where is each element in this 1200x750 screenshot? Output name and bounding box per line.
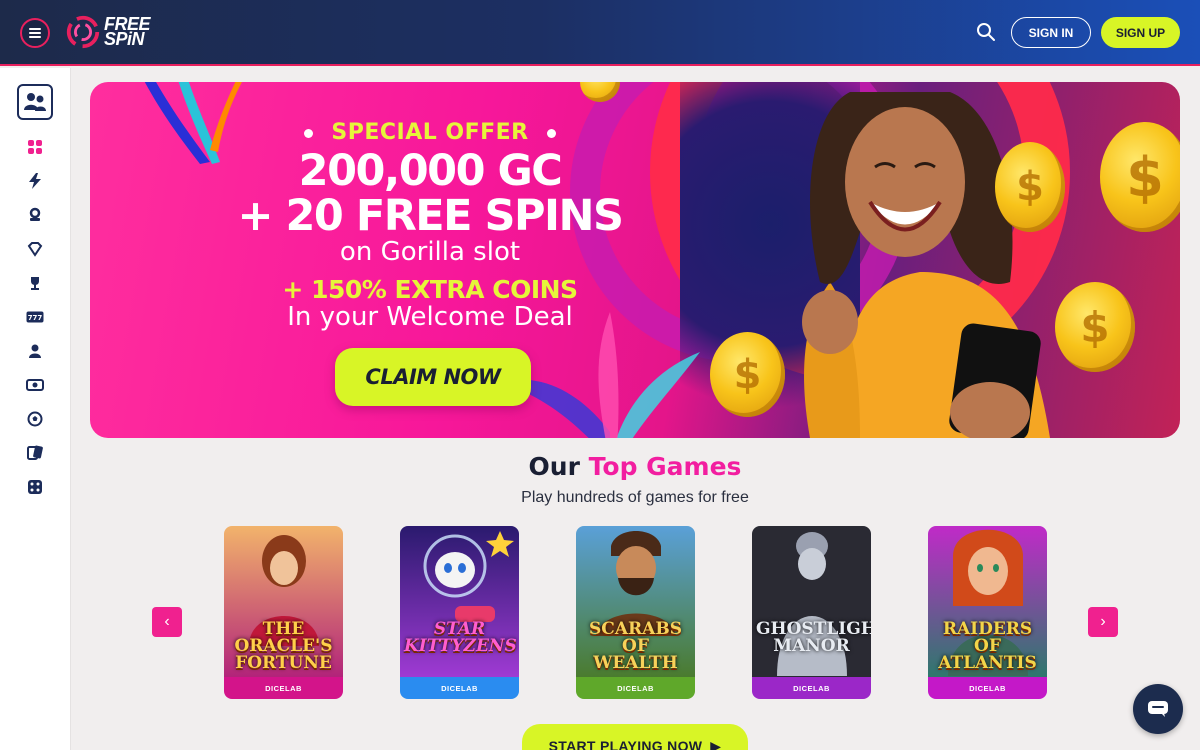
gold-coin-image: $ xyxy=(1100,122,1180,232)
game-title: GHOSTLIGHT MANOR xyxy=(756,619,871,656)
game-card[interactable]: STAR KITTYZENS DICELAB xyxy=(400,526,519,699)
offer-spins: + 20 FREE SPINS xyxy=(237,191,624,241)
game-card[interactable]: GHOSTLIGHT MANOR DICELAB xyxy=(752,526,871,699)
game-provider: DICELAB xyxy=(224,677,343,699)
game-thumbnail xyxy=(752,526,871,681)
offer-coins: 200,000 GC xyxy=(298,146,563,196)
top-games-subtitle: Play hundreds of games for free xyxy=(521,489,749,506)
logo[interactable]: FREE SPiN xyxy=(64,12,151,52)
offer-slot: on Gorilla slot xyxy=(339,237,521,267)
game-provider: DICELAB xyxy=(400,677,519,699)
chat-button[interactable] xyxy=(1133,684,1183,734)
logo-text: FREE SPiN xyxy=(104,15,151,49)
game-provider: DICELAB xyxy=(928,677,1047,699)
777-icon: 777 xyxy=(26,311,44,323)
gold-coin-image: $ xyxy=(995,142,1065,232)
sidebar-item-social[interactable] xyxy=(17,84,53,120)
hamburger-icon xyxy=(29,28,41,38)
person-icon xyxy=(29,344,41,358)
play-arrow-icon: ▶ xyxy=(710,738,722,750)
game-provider: DICELAB xyxy=(752,677,871,699)
sidebar-item-live[interactable] xyxy=(25,341,45,361)
top-games-title-plain: Our xyxy=(528,452,580,481)
sidebar-item-top[interactable] xyxy=(25,273,45,293)
ticket-icon xyxy=(26,379,44,391)
sidebar-item-slots[interactable] xyxy=(25,205,45,225)
diamond-icon xyxy=(27,242,43,257)
top-games-title: Our Top Games xyxy=(0,452,1200,481)
chat-icon xyxy=(1148,701,1168,717)
sidebar-item-sports[interactable] xyxy=(25,409,45,429)
start-playing-label: START PLAYING NOW xyxy=(548,738,703,750)
gold-coin-image: $ xyxy=(710,332,785,417)
game-card[interactable]: RAIDERS OF ATLANTIS DICELAB xyxy=(928,526,1047,699)
game-card[interactable]: SCARABS OF WEALTH DICELAB xyxy=(576,526,695,699)
gold-coin-image: $ xyxy=(1055,282,1135,372)
game-title: STAR KITTYZENS xyxy=(404,619,517,656)
game-title: RAIDERS OF ATLANTIS xyxy=(938,619,1037,673)
game-title: THE ORACLE'S FORTUNE xyxy=(234,619,333,673)
offer-welcome: In your Welcome Deal xyxy=(287,302,573,332)
sidebar-item-jackpots[interactable] xyxy=(25,239,45,259)
slot-icon xyxy=(29,207,41,221)
game-card[interactable]: THE ORACLE'S FORTUNE DICELAB xyxy=(224,526,343,699)
claim-now-button[interactable]: CLAIM NOW xyxy=(335,348,531,406)
promo-banner[interactable]: $ $ $ $ SPECIAL OFFER 200,000 GC + 20 FR… xyxy=(90,82,1180,438)
sign-up-button[interactable]: SIGN UP xyxy=(1101,17,1180,48)
sign-in-button[interactable]: SIGN IN xyxy=(1011,17,1091,48)
carousel-prev-button[interactable]: ‹ xyxy=(152,607,182,637)
svg-text:777: 777 xyxy=(28,314,43,322)
trophy-icon xyxy=(31,277,39,290)
logo-line-2: SPiN xyxy=(104,29,145,49)
sidebar-item-scratch[interactable] xyxy=(25,375,45,395)
ball-icon xyxy=(27,411,43,427)
offer-extra: + 150% EXTRA COINS xyxy=(282,275,578,304)
sidebar: 777 xyxy=(0,68,71,750)
start-playing-button[interactable]: START PLAYING NOW ▶ xyxy=(522,724,748,750)
sidebar-item-lobby[interactable] xyxy=(25,137,45,157)
game-title: SCARABS OF WEALTH xyxy=(589,619,682,673)
chevron-right-icon: › xyxy=(1100,613,1106,630)
top-games-title-accent: Top Games xyxy=(588,452,742,481)
game-thumbnail xyxy=(400,526,519,681)
sidebar-item-new[interactable] xyxy=(25,171,45,191)
offer-special-text: SPECIAL OFFER xyxy=(331,120,529,145)
users-icon xyxy=(24,93,46,111)
offer-special-label: SPECIAL OFFER xyxy=(220,120,640,145)
chevron-left-icon: ‹ xyxy=(164,613,170,630)
search-icon[interactable] xyxy=(975,21,997,43)
carousel-next-button[interactable]: › xyxy=(1088,607,1118,637)
logo-swirl-icon xyxy=(66,15,100,49)
menu-button[interactable] xyxy=(20,18,50,48)
lightning-icon xyxy=(29,173,41,189)
grid-icon xyxy=(28,140,42,154)
top-header: FREE SPiN SIGN IN SIGN UP xyxy=(0,0,1200,66)
game-provider: DICELAB xyxy=(576,677,695,699)
sidebar-item-classic[interactable]: 777 xyxy=(25,307,45,327)
